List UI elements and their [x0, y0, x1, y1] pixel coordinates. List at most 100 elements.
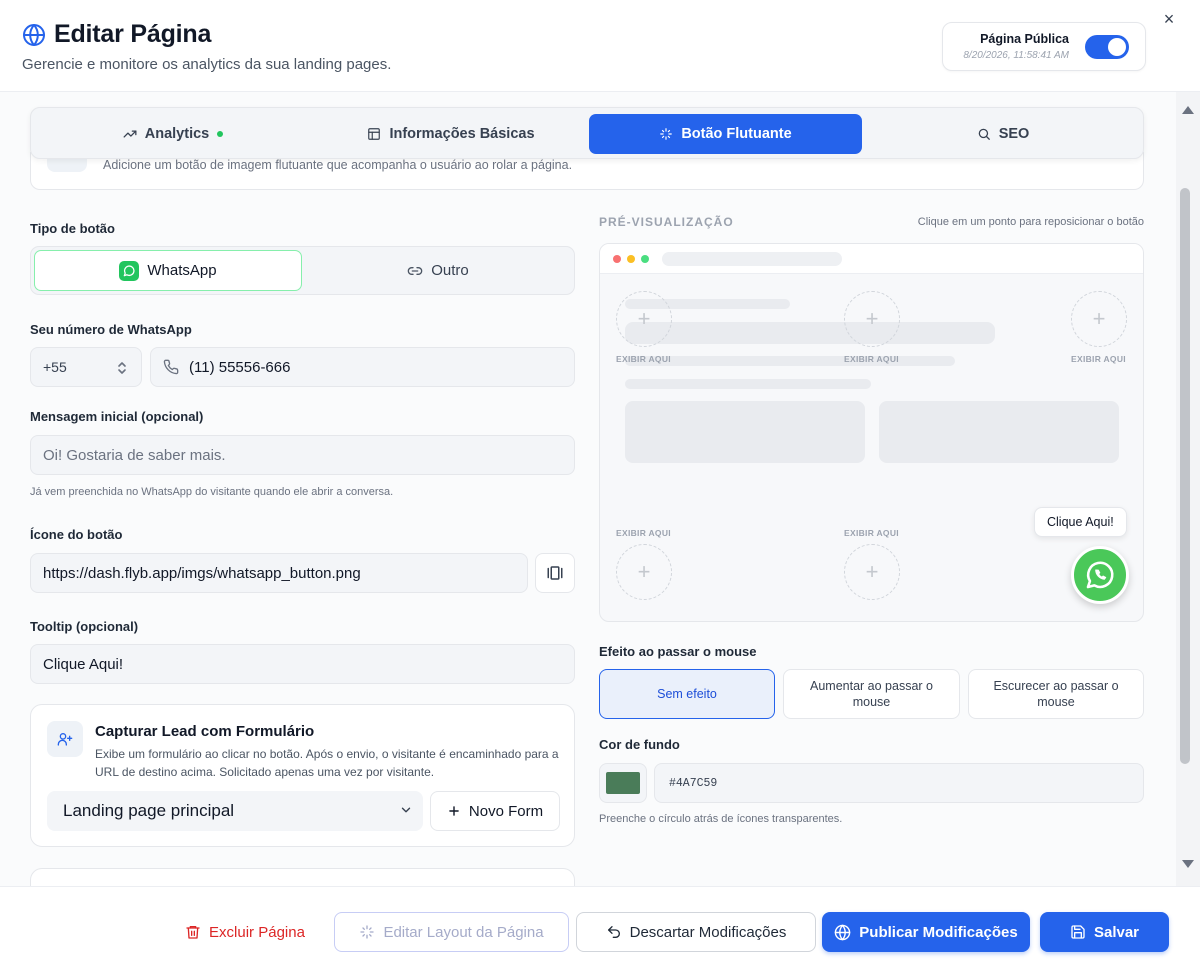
search-icon	[978, 128, 990, 140]
edit-layout-label: Editar Layout da Página	[383, 923, 544, 941]
whatsapp-icon	[119, 260, 140, 281]
color-hex-input[interactable]: #4A7C59	[654, 763, 1144, 803]
phone-icon	[163, 359, 179, 375]
button-type-other[interactable]: Outro	[304, 250, 572, 291]
initial-message-placeholder: Oi! Gostaria de saber mais.	[43, 446, 226, 464]
button-type-whatsapp[interactable]: WhatsApp	[34, 250, 302, 291]
skeleton-line	[625, 356, 955, 366]
preview-whatsapp-button[interactable]	[1071, 546, 1129, 604]
button-type-other-label: Outro	[431, 262, 469, 279]
initial-message-label: Mensagem inicial (opcional)	[30, 409, 204, 424]
chevron-updown-icon	[118, 362, 126, 374]
position-spot-label: EXIBIR AQUI	[1071, 354, 1126, 364]
plus-icon	[449, 806, 459, 816]
public-page-card: Página Pública 8/20/2026, 11:58:41 AM	[942, 22, 1146, 71]
initial-message-input[interactable]: Oi! Gostaria de saber mais.	[30, 435, 575, 475]
initial-message-hint: Já vem preenchida no WhatsApp do visitan…	[30, 486, 394, 498]
trash-icon	[186, 926, 200, 939]
country-code-value: +55	[43, 359, 67, 375]
tab-seo[interactable]: SEO	[867, 114, 1139, 154]
position-spot-top-left[interactable]: +	[616, 291, 672, 347]
save-label: Salvar	[1093, 923, 1140, 941]
country-code-select[interactable]: +55	[30, 347, 142, 387]
browser-dot-red	[613, 255, 621, 263]
tab-analytics-label: Analytics	[144, 126, 210, 142]
save-button[interactable]: Salvar	[1040, 912, 1169, 952]
button-type-selector: WhatsApp Outro	[30, 246, 575, 295]
sparkles-icon	[660, 128, 673, 140]
hover-option-none[interactable]: Sem efeito	[599, 669, 775, 719]
info-banner-text: Adicione um botão de imagem flutuante qu…	[103, 158, 573, 172]
public-page-toggle[interactable]	[1085, 35, 1129, 59]
browser-address-bar	[662, 252, 842, 266]
new-form-label: Novo Form	[468, 802, 544, 820]
lead-form-select[interactable]: Landing page principal	[47, 791, 423, 831]
tab-seo-label: SEO	[998, 126, 1030, 142]
lead-capture-card: Capturar Lead com Formulário Exibe um fo…	[30, 704, 575, 847]
tab-analytics[interactable]: Analytics	[37, 114, 309, 154]
phone-input[interactable]: (11) 55556-666	[150, 347, 575, 387]
background-color-hint: Preenche o círculo atrás de ícones trans…	[599, 813, 843, 825]
new-form-button[interactable]: Novo Form	[430, 791, 560, 831]
close-icon[interactable]: ×	[1160, 10, 1178, 28]
discard-changes-button[interactable]: Descartar Modificações	[576, 912, 816, 952]
gallery-icon	[547, 566, 563, 580]
hover-option-grow[interactable]: Aumentar ao passar o mouse	[783, 669, 960, 719]
skeleton-block	[879, 401, 1119, 463]
color-hex-value: #4A7C59	[669, 776, 718, 790]
tab-floating-button-label: Botão Flutuante	[681, 126, 792, 142]
position-spot-top-right[interactable]: +	[1071, 291, 1127, 347]
scroll-content[interactable]: Adicione um botão de imagem flutuante qu…	[0, 92, 1176, 886]
public-page-label: Página Pública	[980, 32, 1069, 46]
title-row: Editar Página	[22, 20, 211, 49]
sparkles-icon	[360, 925, 375, 939]
color-swatch	[606, 772, 640, 794]
undo-icon	[607, 926, 620, 938]
color-picker-button[interactable]	[599, 763, 647, 803]
publish-changes-label: Publicar Modificações	[859, 923, 1018, 941]
position-spot-bottom-center[interactable]: +	[844, 544, 900, 600]
tooltip-value: Clique Aqui!	[43, 655, 124, 673]
position-spot-bottom-left[interactable]: +	[616, 544, 672, 600]
tab-basic-info-label: Informações Básicas	[389, 126, 535, 142]
hover-option-darken[interactable]: Escurecer ao passar o mouse	[968, 669, 1144, 719]
delete-page-label: Excluir Página	[209, 923, 305, 941]
position-spot-label: EXIBIR AQUI	[844, 354, 899, 364]
tooltip-label: Tooltip (opcional)	[30, 619, 139, 634]
tooltip-input[interactable]: Clique Aqui!	[30, 644, 575, 684]
whatsapp-icon	[1086, 561, 1114, 589]
public-page-timestamp: 8/20/2026, 11:58:41 AM	[963, 50, 1069, 61]
modal-footer: Excluir Página Editar Layout da Página D…	[0, 886, 1200, 969]
button-type-whatsapp-label: WhatsApp	[147, 262, 217, 279]
delete-page-button[interactable]: Excluir Página	[170, 912, 320, 952]
scroll-up-arrow[interactable]	[1182, 106, 1194, 114]
button-type-label: Tipo de botão	[30, 221, 115, 236]
position-spot-label: EXIBIR AQUI	[844, 528, 899, 538]
preview-tooltip: Clique Aqui!	[1034, 507, 1127, 537]
skeleton-line	[625, 322, 995, 344]
scroll-thumb[interactable]	[1180, 188, 1190, 764]
position-spot-top-center[interactable]: +	[844, 291, 900, 347]
lead-capture-description: Exibe um formulário ao clicar no botão. …	[95, 747, 559, 779]
user-plus-icon	[47, 721, 83, 757]
scrollbar[interactable]	[1176, 92, 1200, 886]
preview-heading: PRÉ-VISUALIZAÇÃO	[599, 215, 734, 229]
preview-hint: Clique em um ponto para reposicionar o b…	[917, 216, 1144, 228]
preview-canvas[interactable]: + EXIBIR AQUI + EXIBIR AQUI + EXIBIR AQU…	[599, 243, 1144, 622]
tab-basic-info[interactable]: Informações Básicas	[315, 114, 587, 154]
whatsapp-number-label: Seu número de WhatsApp	[30, 322, 192, 337]
scroll-down-arrow[interactable]	[1182, 860, 1194, 868]
hover-effect-label: Efeito ao passar o mouse	[599, 644, 757, 659]
background-color-label: Cor de fundo	[599, 737, 680, 752]
browser-bar	[600, 244, 1143, 274]
icon-url-input[interactable]: https://dash.flyb.app/imgs/whatsapp_butt…	[30, 553, 528, 593]
icon-url-value: https://dash.flyb.app/imgs/whatsapp_butt…	[43, 564, 361, 582]
media-library-button[interactable]	[535, 553, 575, 593]
browser-dot-green	[641, 255, 649, 263]
globe-icon	[835, 924, 851, 940]
link-icon	[407, 266, 423, 275]
globe-icon	[23, 23, 45, 46]
tab-floating-button[interactable]: Botão Flutuante	[589, 114, 862, 154]
publish-changes-button[interactable]: Publicar Modificações	[822, 912, 1030, 952]
edit-layout-button[interactable]: Editar Layout da Página	[334, 912, 569, 952]
